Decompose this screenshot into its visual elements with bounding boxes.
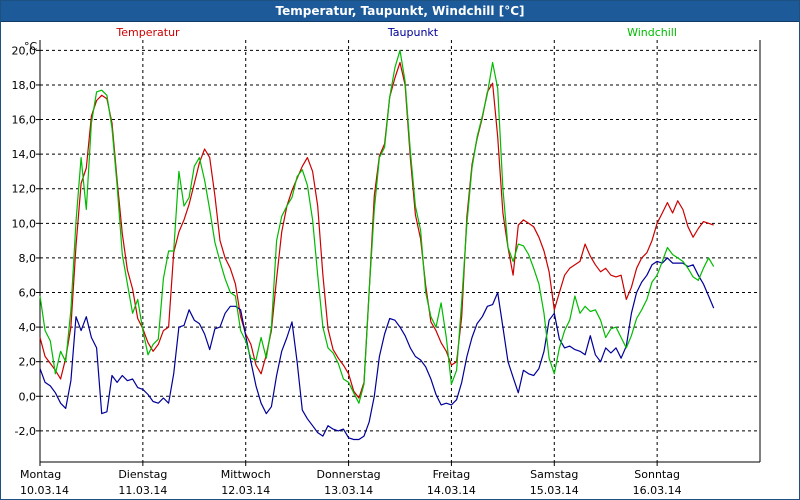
x-tick-label-date: 12.03.14 [221, 484, 270, 497]
series-line-taupunkt [39, 257, 715, 441]
y-tick-label: 14,0 [12, 148, 37, 161]
y-tick-label: 12,0 [12, 183, 37, 196]
x-tick-label-date: 13.03.14 [324, 484, 373, 497]
x-tick-label-date: 15.03.14 [530, 484, 579, 497]
x-tick-label-date: 14.03.14 [427, 484, 476, 497]
y-tick-label: 16,0 [12, 114, 37, 127]
x-tick-label-day: Mittwoch [221, 468, 271, 481]
x-tick-label-date: 11.03.14 [118, 484, 167, 497]
y-tick-label: 0,0 [19, 390, 37, 403]
x-tick-label-day: Montag [20, 468, 61, 481]
x-tick-label-day: Freitag [433, 468, 471, 481]
x-tick-label-day: Samstag [530, 468, 578, 481]
series-line-temperatur [39, 61, 714, 399]
x-tick-label-date: 10.03.14 [20, 484, 69, 497]
y-axis-unit: °C [24, 40, 38, 53]
y-tick-label: 18,0 [12, 79, 37, 92]
x-tick-label-date: 16.03.14 [633, 484, 682, 497]
y-tick-label: 10,0 [12, 217, 37, 230]
y-tick-label: 8,0 [19, 252, 37, 265]
legend-entry-temperatur: Temperatur [115, 26, 180, 39]
y-tick-label: 6,0 [19, 287, 37, 300]
y-tick-label: -2,0 [15, 425, 36, 438]
x-tick-label-day: Donnerstag [316, 468, 380, 481]
legend-entry-taupunkt: Taupunkt [387, 26, 439, 39]
legend-entry-windchill: Windchill [627, 26, 677, 39]
x-tick-label-day: Sonntag [634, 468, 680, 481]
line-chart: -2,00,02,04,06,08,010,012,014,016,018,02… [12, 26, 761, 497]
series-line-windchill [39, 49, 715, 404]
x-tick-label-day: Dienstag [118, 468, 167, 481]
y-tick-label: 4,0 [19, 321, 37, 334]
y-tick-label: 2,0 [19, 356, 37, 369]
